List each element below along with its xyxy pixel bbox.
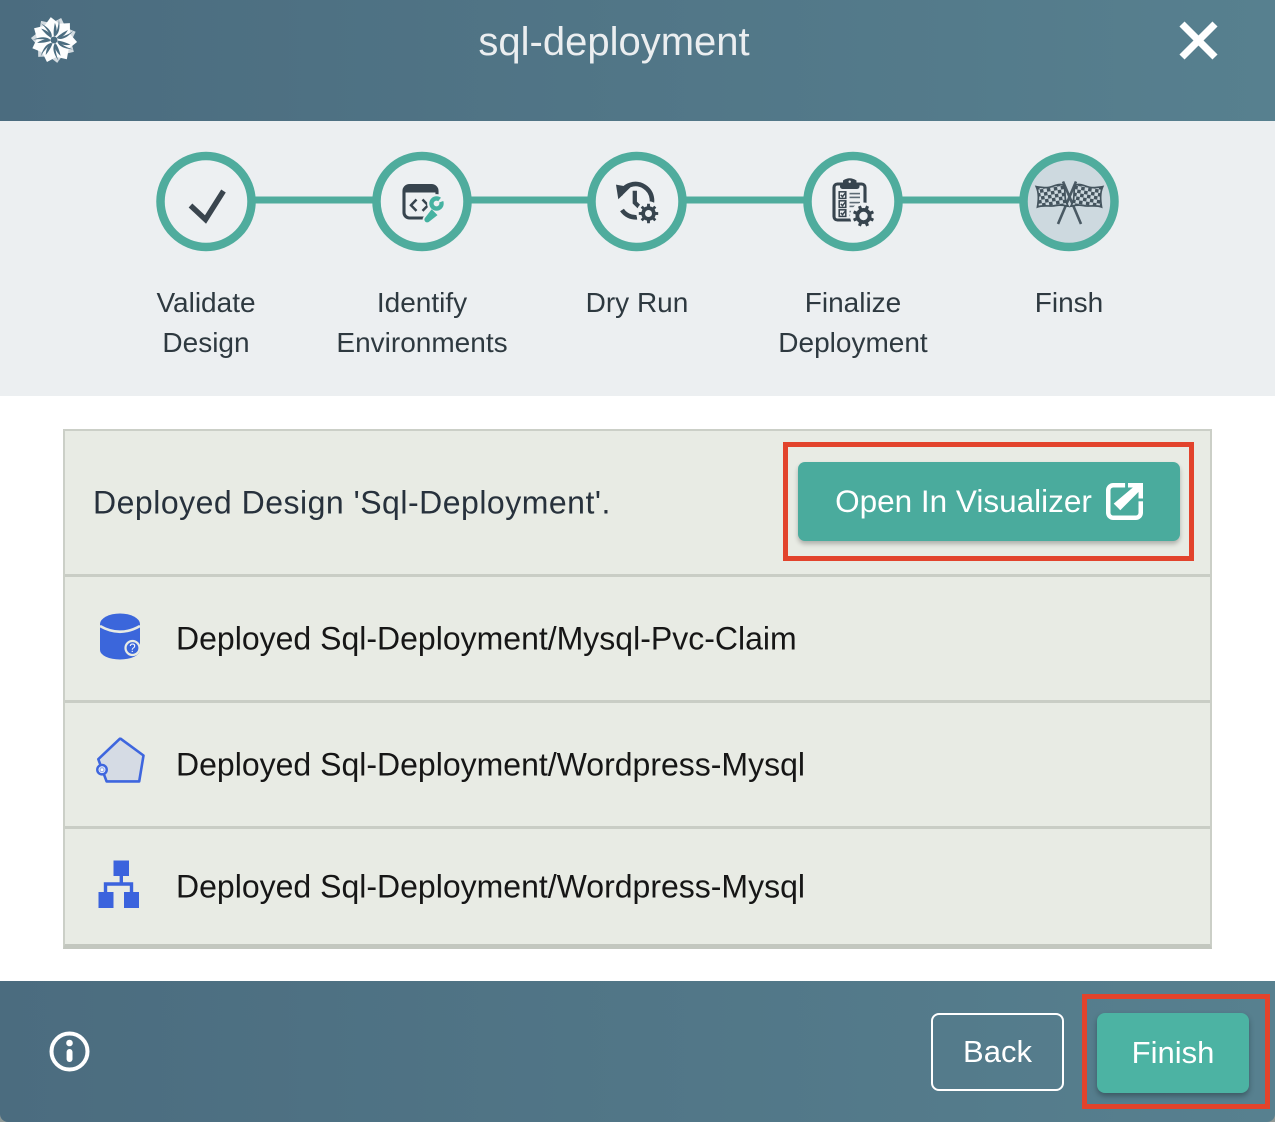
svg-text:?: ? xyxy=(129,643,135,655)
